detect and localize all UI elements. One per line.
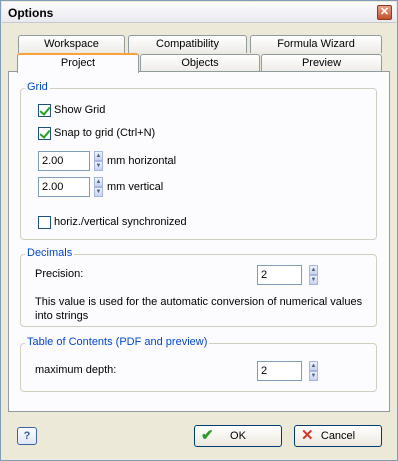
vertical-grid-spinner[interactable]: ▲ ▼ (94, 177, 103, 197)
show-grid-checkbox[interactable] (38, 104, 51, 117)
snap-to-grid-label: Snap to grid (Ctrl+N) (54, 127, 156, 139)
tab-compatibility[interactable]: Compatibility (128, 35, 247, 53)
depth-spinner[interactable]: ▲ ▼ (309, 361, 318, 381)
close-button[interactable]: ✕ (377, 5, 392, 20)
help-icon: ? (23, 430, 31, 442)
spin-up-icon[interactable]: ▲ (309, 265, 318, 275)
cancel-button[interactable]: ✕ Cancel (294, 425, 382, 447)
precision-label: Precision: (35, 268, 84, 280)
toc-legend: Table of Contents (PDF and preview) (25, 336, 210, 348)
precision-input[interactable] (257, 265, 302, 285)
tab-label: Compatibility (156, 38, 219, 50)
horizontal-grid-input[interactable] (38, 151, 90, 171)
tab-label: Formula Wizard (277, 38, 355, 50)
depth-input[interactable] (257, 361, 302, 381)
spin-down-icon[interactable]: ▼ (309, 275, 318, 285)
tab-formula-wizard[interactable]: Formula Wizard (250, 35, 382, 53)
checkmark-icon: ✔ (201, 427, 214, 444)
precision-spinner[interactable]: ▲ ▼ (309, 265, 318, 285)
project-tab-panel: Grid Show Grid Snap to grid (Ctrl+N) ▲ ▼… (8, 71, 390, 412)
ok-label: OK (230, 430, 246, 442)
x-icon: ✕ (301, 427, 314, 444)
decimals-legend: Decimals (25, 247, 75, 259)
title-bar: Options ✕ (2, 2, 396, 23)
ok-button[interactable]: ✔ OK (194, 425, 282, 447)
snap-to-grid-checkbox[interactable] (38, 127, 51, 140)
tab-label: Project (60, 57, 96, 69)
window-title: Options (8, 6, 54, 20)
spin-up-icon[interactable]: ▲ (309, 361, 318, 371)
spin-up-icon[interactable]: ▲ (94, 151, 103, 161)
options-dialog: Options ✕ Workspace Compatibility Formul… (0, 0, 398, 461)
horizontal-unit-label: mm horizontal (107, 155, 177, 167)
grid-group: Grid Show Grid Snap to grid (Ctrl+N) ▲ ▼… (20, 81, 377, 240)
help-button[interactable]: ? (17, 427, 37, 445)
tab-objects[interactable]: Objects (140, 54, 260, 72)
spin-down-icon[interactable]: ▼ (94, 187, 103, 197)
tab-label: Workspace (44, 38, 99, 50)
tab-label: Preview (301, 57, 342, 69)
spin-up-icon[interactable]: ▲ (94, 177, 103, 187)
tab-workspace[interactable]: Workspace (18, 35, 125, 53)
synchronized-checkbox[interactable] (38, 216, 51, 229)
tab-project[interactable]: Project (17, 53, 139, 73)
synchronized-label: horiz./vertical synchronized (54, 216, 187, 228)
spin-down-icon[interactable]: ▼ (309, 371, 318, 381)
horizontal-grid-spinner[interactable]: ▲ ▼ (94, 151, 103, 171)
vertical-grid-input[interactable] (38, 177, 90, 197)
vertical-unit-label: mm vertical (107, 181, 164, 193)
depth-label: maximum depth: (35, 364, 117, 376)
show-grid-label: Show Grid (54, 104, 106, 116)
cancel-label: Cancel (320, 430, 356, 442)
spin-down-icon[interactable]: ▼ (94, 161, 103, 171)
tab-label: Objects (181, 57, 219, 69)
precision-note: This value is used for the automatic con… (35, 296, 363, 322)
close-icon: ✕ (379, 6, 390, 18)
tab-preview[interactable]: Preview (261, 54, 382, 72)
grid-legend: Grid (25, 81, 50, 93)
decimals-group: Decimals Precision: ▲ ▼ This value is us… (20, 247, 377, 327)
toc-group: Table of Contents (PDF and preview) maxi… (20, 336, 377, 392)
